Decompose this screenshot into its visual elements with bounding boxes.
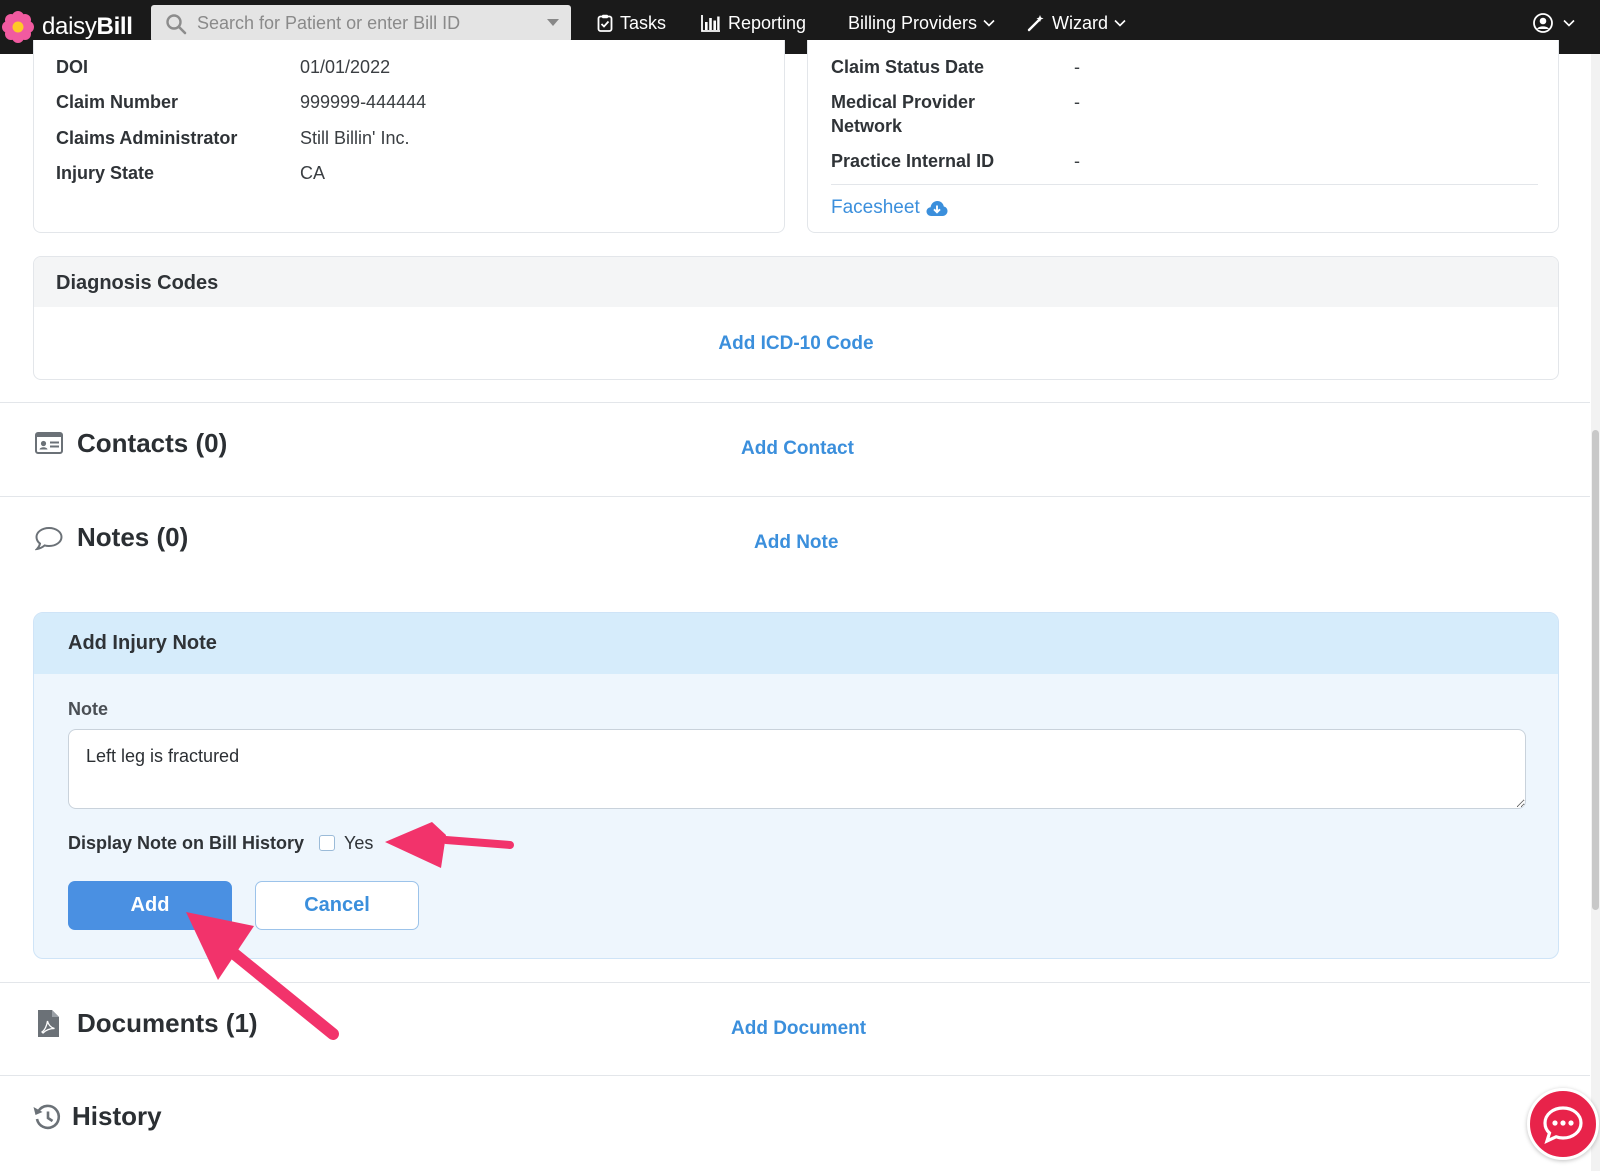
patient-search[interactable] <box>151 5 571 42</box>
history-icon <box>33 1104 61 1130</box>
display-note-checkbox[interactable] <box>319 835 335 851</box>
add-injury-note-panel: Add Injury Note Note Display Note on Bil… <box>33 612 1559 959</box>
facesheet-link[interactable]: Facesheet <box>831 197 948 219</box>
claims-administrator-value: Still Billin' Inc. <box>300 128 410 148</box>
search-icon <box>166 13 187 34</box>
bar-chart-icon <box>701 15 720 32</box>
user-circle-icon <box>1533 13 1553 33</box>
chat-bubble-icon <box>1543 1106 1583 1144</box>
section-divider <box>0 496 1590 497</box>
mpn-value: - <box>1074 92 1080 112</box>
cloud-download-icon <box>926 200 948 216</box>
nav-wizard-label: Wizard <box>1052 12 1109 33</box>
notes-title: Notes (0) <box>77 522 189 552</box>
injury-state-value: CA <box>300 163 326 183</box>
doi-label: DOI <box>56 57 89 77</box>
nav-reporting-label: Reporting <box>728 12 807 33</box>
chat-support-button[interactable] <box>1527 1088 1599 1160</box>
claims-administrator-label: Claims Administrator <box>56 128 238 148</box>
add-injury-note-header <box>34 613 1558 674</box>
cancel-button[interactable]: Cancel <box>255 881 419 930</box>
claim-status-card: Claim Status Date - Medical Provider Net… <box>807 40 1559 233</box>
section-divider <box>0 402 1590 403</box>
mpn-label-line1: Medical Provider <box>831 92 976 112</box>
nav-billing-providers-label: Billing Providers <box>848 12 978 33</box>
note-textarea[interactable] <box>68 729 1526 809</box>
claim-number-label: Claim Number <box>56 92 179 112</box>
yes-label[interactable]: Yes <box>344 833 373 854</box>
comment-icon <box>35 526 63 551</box>
diagnosis-codes-title: Diagnosis Codes <box>56 272 219 294</box>
add-contact-link[interactable]: Add Contact <box>741 438 854 460</box>
claim-details-card: DOI 01/01/2022 Claim Number 999999-44444… <box>33 40 785 233</box>
facesheet-link-label: Facesheet <box>831 197 920 218</box>
daisy-flower-icon <box>2 11 34 43</box>
magic-wand-icon <box>1027 15 1044 32</box>
file-pdf-icon <box>38 1010 59 1037</box>
mpn-label-line2: Network <box>831 116 903 136</box>
chevron-down-icon <box>983 19 995 27</box>
clipboard-check-icon <box>597 14 613 32</box>
documents-title: Documents (1) <box>77 1008 258 1038</box>
practice-internal-id-label: Practice Internal ID <box>831 151 995 171</box>
add-button[interactable]: Add <box>68 881 232 930</box>
add-document-link[interactable]: Add Document <box>731 1018 866 1040</box>
address-card-icon <box>35 432 63 454</box>
chevron-down-icon <box>1114 19 1126 27</box>
add-note-link[interactable]: Add Note <box>754 532 838 554</box>
scrollbar-thumb[interactable] <box>1592 430 1599 910</box>
search-input[interactable] <box>197 13 537 34</box>
note-label: Note <box>68 699 108 719</box>
display-note-label: Display Note on Bill History <box>68 833 305 853</box>
caret-down-icon[interactable] <box>547 19 559 26</box>
diagnosis-codes-card: Diagnosis Codes Add ICD-10 Code <box>33 256 1559 380</box>
injury-state-label: Injury State <box>56 163 155 183</box>
divider <box>831 184 1538 185</box>
section-divider <box>0 1075 1590 1076</box>
doi-value: 01/01/2022 <box>300 57 391 77</box>
practice-internal-id-value: - <box>1074 151 1080 171</box>
claim-status-date-label: Claim Status Date <box>831 57 985 77</box>
claim-status-date-value: - <box>1074 57 1080 77</box>
nav-tasks-label: Tasks <box>620 12 667 33</box>
contacts-title: Contacts (0) <box>77 428 228 458</box>
diagnosis-codes-header <box>34 257 1558 307</box>
chevron-down-icon <box>1563 19 1575 27</box>
add-icd10-code-label: Add ICD-10 Code <box>718 333 874 354</box>
add-icd10-code-link[interactable]: Add ICD-10 Code <box>34 333 1558 355</box>
claim-number-value: 999999-444444 <box>300 92 427 112</box>
brand-name: daisyBill <box>42 13 133 40</box>
add-injury-note-title: Add Injury Note <box>68 632 217 654</box>
history-title: History <box>72 1101 162 1131</box>
section-divider <box>0 982 1590 983</box>
